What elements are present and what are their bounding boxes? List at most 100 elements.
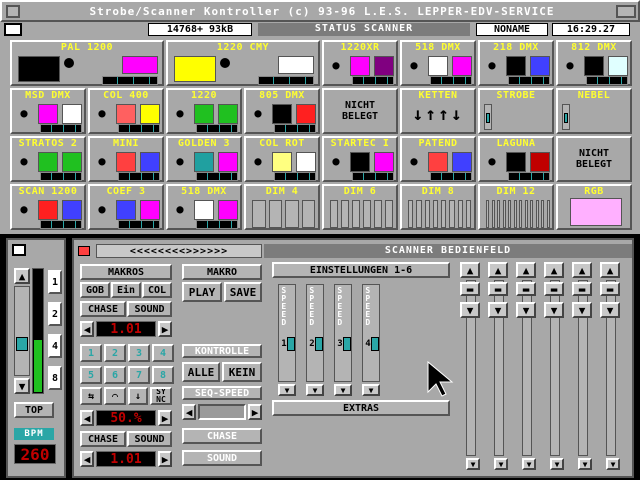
level-knob[interactable] (564, 113, 568, 123)
speed-slider[interactable]: SPEED 2 (306, 284, 324, 382)
speed-knob[interactable] (343, 337, 351, 351)
device-cell[interactable]: STROBE (478, 88, 554, 134)
device-cell[interactable]: NEBEL (556, 88, 632, 134)
dim-channel-slider[interactable] (449, 200, 455, 228)
channel-down-small-arrow[interactable]: ▼ (606, 458, 620, 470)
dim-channel-slider[interactable] (416, 200, 422, 228)
value3-right-arrow[interactable]: ▶ (158, 451, 172, 467)
macro-number-button[interactable]: 8 (152, 366, 174, 384)
scanner-scroll-arrows[interactable]: <<<<<<<<>>>>>> (96, 244, 262, 258)
device-cell[interactable]: PATEND ● (400, 136, 476, 182)
dim-channel-slider[interactable] (457, 200, 463, 228)
macro-number-button[interactable]: 2 (104, 344, 126, 362)
device-cell[interactable]: 218 DMX ● (478, 40, 554, 86)
device-cell[interactable]: DIM 8 (400, 184, 476, 230)
status-close[interactable] (4, 23, 22, 36)
dim-channel-slider[interactable] (301, 200, 315, 228)
dim-channel-slider[interactable] (424, 200, 430, 228)
macro-number-button[interactable]: 7 (128, 366, 150, 384)
tempo-slider[interactable] (14, 286, 30, 376)
dim-channel-slider[interactable] (508, 200, 511, 228)
chase2-button[interactable]: CHASE (80, 431, 126, 447)
device-cell[interactable]: NICHT BELEGT (556, 136, 632, 182)
macro-number-button[interactable]: 3 (128, 344, 150, 362)
device-cell[interactable]: MSD DMX ● (10, 88, 86, 134)
close-box[interactable] (6, 5, 20, 18)
device-cell[interactable]: PAL 1200 (10, 40, 164, 86)
channel-down-arrow[interactable]: ▼ (488, 302, 508, 318)
device-cell[interactable]: 518 DMX ● (166, 184, 242, 230)
channel-down-arrow[interactable]: ▼ (600, 302, 620, 318)
channel-up-arrow[interactable]: ▲ (488, 262, 508, 278)
seq-right-arrow[interactable]: ▶ (248, 404, 262, 420)
play-button[interactable]: PLAY (182, 282, 222, 302)
device-cell[interactable]: MINI ● (88, 136, 164, 182)
dim-channel-slider[interactable] (352, 200, 360, 228)
dim-channel-slider[interactable] (385, 200, 393, 228)
dim-channel-slider[interactable] (341, 200, 349, 228)
tempo-multiplier-button[interactable]: 2 (48, 302, 62, 326)
seq-speed-field[interactable] (198, 404, 246, 420)
channel-down-arrow[interactable]: ▼ (572, 302, 592, 318)
channel-down-small-arrow[interactable]: ▼ (522, 458, 536, 470)
dim-channel-slider[interactable] (441, 200, 447, 228)
dim-channel-slider[interactable] (513, 200, 517, 228)
channel-down-small-arrow[interactable]: ▼ (494, 458, 508, 470)
seq-left-arrow[interactable]: ◀ (182, 404, 196, 420)
sound3-button[interactable]: SOUND (182, 450, 262, 466)
macro-number-button[interactable]: 1 (80, 344, 102, 362)
dim-channel-slider[interactable] (285, 200, 299, 228)
device-cell[interactable]: 1220 CMY (166, 40, 320, 86)
device-cell[interactable]: NICHT BELEGT (322, 88, 398, 134)
channel-down-small-arrow[interactable]: ▼ (466, 458, 480, 470)
channel-down-small-arrow[interactable]: ▼ (578, 458, 592, 470)
value1-left-arrow[interactable]: ◀ (80, 321, 94, 337)
dim-channel-slider[interactable] (491, 200, 495, 228)
sound-button[interactable]: SOUND (127, 301, 172, 317)
channel-down-small-arrow[interactable]: ▼ (550, 458, 564, 470)
device-cell[interactable]: 518 DMX ● (400, 40, 476, 86)
tempo-up-arrow[interactable]: ▲ (14, 268, 30, 284)
kein-button[interactable]: KEIN (222, 362, 262, 382)
dim-channel-slider[interactable] (497, 200, 500, 228)
dim-channel-slider[interactable] (432, 200, 438, 228)
save-button[interactable]: SAVE (224, 282, 262, 302)
channel-center-button[interactable]: ▬ (572, 282, 592, 296)
fade-icon-button[interactable]: ⇆ (80, 387, 102, 405)
tempo-multiplier-button[interactable]: 8 (48, 366, 62, 390)
macro-number-button[interactable]: 6 (104, 366, 126, 384)
chase-button[interactable]: CHASE (80, 301, 126, 317)
gob-button[interactable]: GOB (80, 282, 110, 298)
channel-up-arrow[interactable]: ▲ (600, 262, 620, 278)
tempo-close[interactable] (12, 244, 26, 256)
speed-slider[interactable]: SPEED 3 (334, 284, 352, 382)
makro-button[interactable]: MAKRO (182, 264, 262, 280)
channel-down-arrow[interactable]: ▼ (460, 302, 480, 318)
speed-down-arrow[interactable]: ▼ (334, 384, 352, 396)
channel-center-button[interactable]: ▬ (488, 282, 508, 296)
dim-channel-slider[interactable] (363, 200, 371, 228)
channel-center-button[interactable]: ▬ (460, 282, 480, 296)
device-cell[interactable]: 1220XR ● (322, 40, 398, 86)
value2-left-arrow[interactable]: ◀ (80, 410, 94, 426)
depth-gadget[interactable] (616, 5, 636, 18)
speed-knob[interactable] (371, 337, 379, 351)
channel-down-arrow[interactable]: ▼ (516, 302, 536, 318)
channel-up-arrow[interactable]: ▲ (544, 262, 564, 278)
speed-down-arrow[interactable]: ▼ (362, 384, 380, 396)
ein-button[interactable]: Ein (111, 282, 141, 298)
speed-knob[interactable] (287, 337, 295, 351)
chase3-button[interactable]: CHASE (182, 428, 262, 444)
device-cell[interactable]: DIM 12 (478, 184, 554, 230)
dim-channel-slider[interactable] (408, 200, 414, 228)
device-cell[interactable]: STARTEC I ● (322, 136, 398, 182)
value2-right-arrow[interactable]: ▶ (158, 410, 172, 426)
device-cell[interactable]: GOLDEN 3 ● (166, 136, 242, 182)
tempo-slider-knob[interactable] (16, 337, 28, 351)
alle-button[interactable]: ALLE (182, 362, 220, 382)
level-knob[interactable] (486, 113, 490, 123)
channel-up-arrow[interactable]: ▲ (572, 262, 592, 278)
level-slider[interactable] (484, 104, 492, 130)
value1-right-arrow[interactable]: ▶ (158, 321, 172, 337)
speed-slider[interactable]: SPEED 4 (362, 284, 380, 382)
